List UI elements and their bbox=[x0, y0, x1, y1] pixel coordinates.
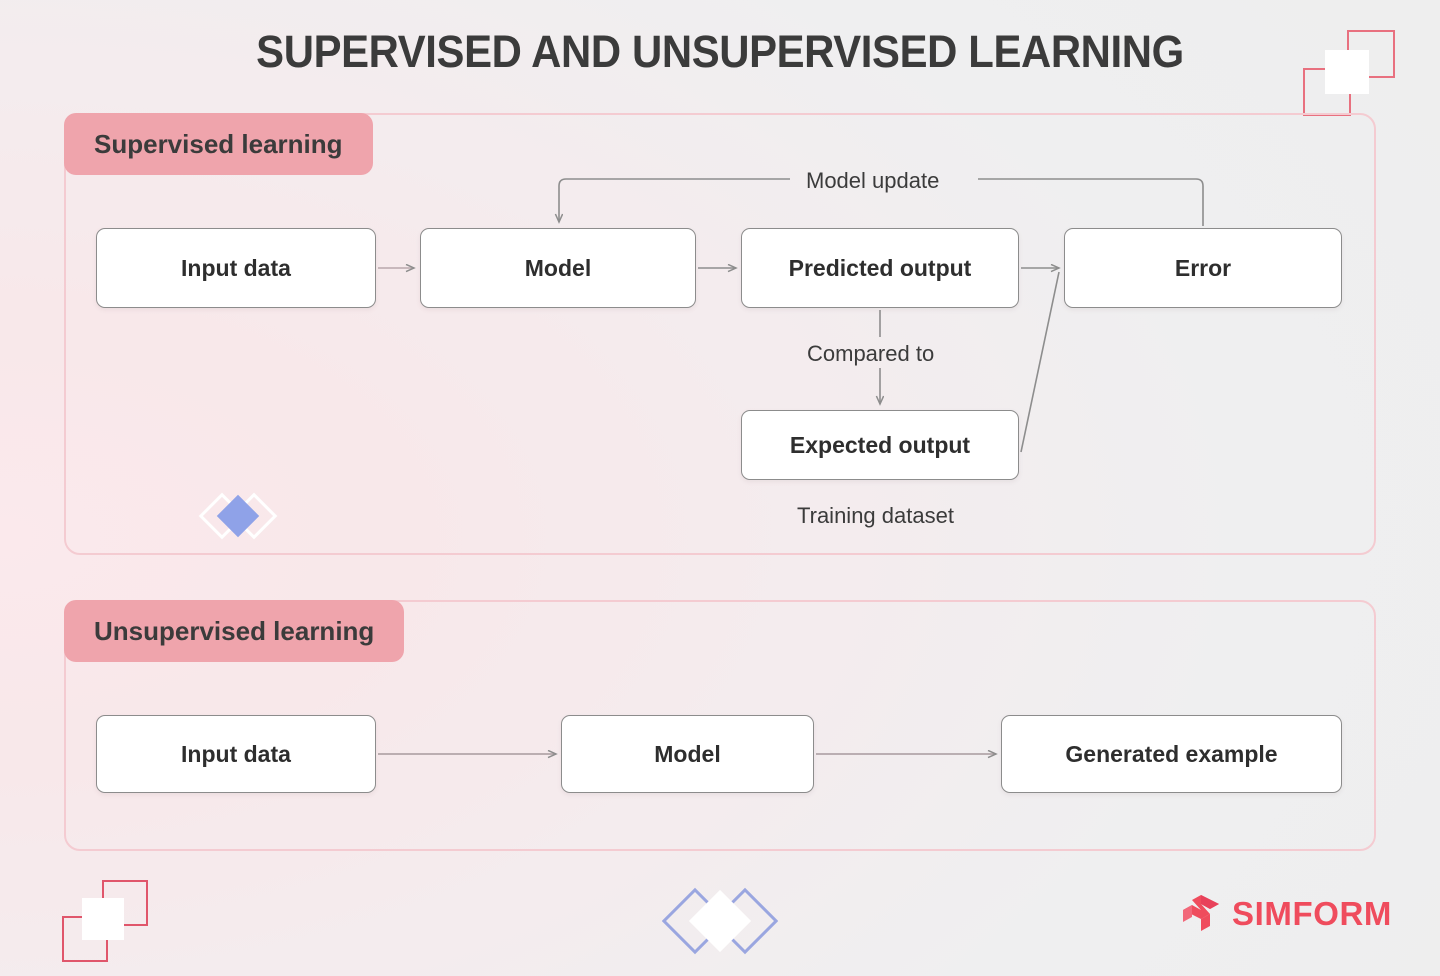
page-title: SUPERVISED AND UNSUPERVISED LEARNING bbox=[256, 26, 1184, 77]
badge-supervised-learning: Supervised learning bbox=[64, 113, 373, 175]
node-supervised-predicted-output[interactable]: Predicted output bbox=[741, 228, 1019, 308]
node-label: Expected output bbox=[789, 431, 971, 458]
node-unsupervised-input-data[interactable]: Input data bbox=[96, 715, 376, 793]
bottom-left-squares-decoration bbox=[62, 880, 148, 962]
simform-logo-text: SIMFORM bbox=[1232, 895, 1393, 932]
caption-training-dataset: Training dataset bbox=[797, 503, 954, 528]
top-right-squares-decoration bbox=[1303, 30, 1395, 118]
node-label: Generated example bbox=[1065, 740, 1278, 767]
edge-label-compared-to: Compared to bbox=[807, 341, 935, 366]
badge-unsupervised-learning: Unsupervised learning bbox=[64, 600, 405, 662]
badge-unsupervised-label: Unsupervised learning bbox=[94, 615, 375, 646]
node-label: Model bbox=[654, 740, 721, 767]
node-label: Model bbox=[524, 254, 592, 281]
simform-logo-icon bbox=[1183, 895, 1219, 931]
node-supervised-input-data[interactable]: Input data bbox=[96, 228, 376, 308]
node-label: Predicted output bbox=[788, 254, 972, 281]
node-unsupervised-model[interactable]: Model bbox=[561, 715, 814, 793]
supervised-diamonds-decoration bbox=[198, 488, 278, 549]
edge-label-model-update: Model update bbox=[806, 168, 940, 193]
node-supervised-error[interactable]: Error bbox=[1064, 228, 1342, 308]
infographic-canvas: SUPERVISED AND UNSUPERVISED LEARNING Sup… bbox=[0, 0, 1440, 976]
badge-supervised-label: Supervised learning bbox=[94, 128, 343, 159]
node-label: Input data bbox=[181, 740, 291, 767]
simform-logo[interactable]: SIMFORM bbox=[1180, 893, 1392, 935]
bottom-center-diamonds-decoration bbox=[661, 881, 779, 966]
node-unsupervised-generated-example[interactable]: Generated example bbox=[1001, 715, 1342, 793]
node-supervised-model[interactable]: Model bbox=[420, 228, 696, 308]
node-supervised-expected-output[interactable]: Expected output bbox=[741, 410, 1019, 480]
node-label: Error bbox=[1174, 254, 1232, 281]
node-label: Input data bbox=[181, 254, 291, 281]
